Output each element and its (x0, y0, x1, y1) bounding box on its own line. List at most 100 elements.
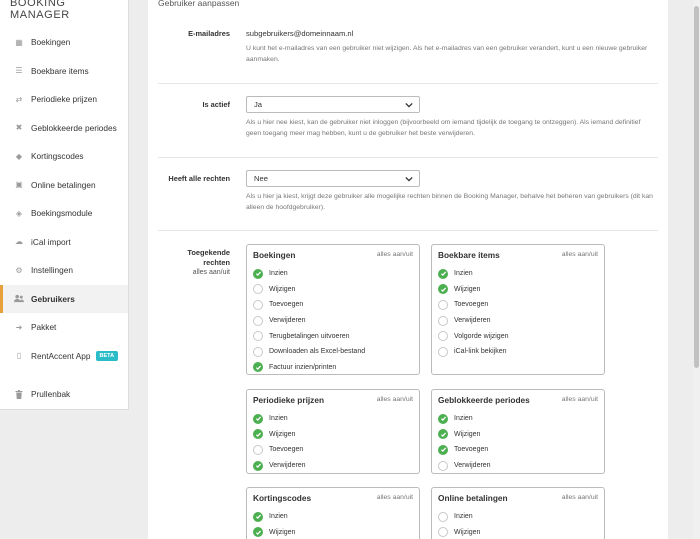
permission-item[interactable]: Inzien (438, 509, 480, 525)
permission-item[interactable]: Inzien (438, 411, 491, 427)
toggle-all-link[interactable]: alles aan/uit (377, 494, 413, 501)
permission-box-boekbare-items: Boekbare items alles aan/uit Inzien Wijz… (431, 244, 605, 375)
permission-label: Verwijderen (269, 317, 306, 325)
sidebar-item-pakket[interactable]: ➜ Pakket (0, 313, 128, 342)
arrow-right-icon: ➜ (15, 322, 23, 332)
permission-item[interactable]: Verwijderen (253, 313, 365, 329)
check-circle-icon (438, 444, 448, 455)
check-circle-icon (253, 527, 263, 538)
granted-label-line1: Toegekende (187, 248, 230, 257)
sidebar-nav: ▦ Boekingen ☰ Boekbare items ⇄ Periodieke p… (0, 28, 128, 409)
calendar-icon: ▦ (15, 37, 23, 47)
empty-circle-icon (438, 299, 448, 310)
toggle-all-link[interactable]: alles aan/uit (562, 396, 598, 403)
sidebar-item-label: Boekbare items (31, 65, 89, 76)
divider (158, 230, 658, 231)
check-circle-icon (438, 413, 448, 424)
permission-box-title: Periodieke prijzen (253, 395, 325, 405)
scrollbar-thumb[interactable] (694, 6, 699, 368)
permission-item[interactable]: Wijzigen (253, 525, 295, 539)
sidebar-item-label: Periodieke prijzen (31, 94, 97, 105)
permission-item[interactable]: Toevoegen (253, 297, 365, 313)
permission-label: Inzien (269, 415, 288, 423)
beta-badge: BETA (95, 350, 119, 361)
sidebar-item-boekbare-items[interactable]: ☰ Boekbare items (0, 57, 128, 86)
permission-item[interactable]: Verwijderen (253, 458, 306, 474)
permission-list: Inzien Wijzigen (438, 509, 480, 539)
gear-icon: ⚙ (15, 265, 23, 275)
permission-item[interactable]: Terugbetalingen uitvoeren (253, 328, 365, 344)
permission-box-title: Boekbare items (438, 250, 500, 260)
allrights-help: Als u hier ja kiest, krijgt deze gebruik… (246, 193, 653, 211)
active-select[interactable]: Ja (246, 96, 420, 113)
trash-icon (14, 389, 24, 399)
permission-label: Toevoegen (269, 446, 304, 454)
toggle-all-link[interactable]: alles aan/uit (562, 494, 598, 501)
sidebar-item-online-betalingen[interactable]: ▣ Online betalingen (0, 171, 128, 200)
granted-toggle-all[interactable]: alles aan/uit (186, 269, 230, 276)
permission-item[interactable]: Toevoegen (253, 442, 306, 458)
permission-item[interactable]: Inzien (253, 411, 306, 427)
permission-label: Wijzigen (454, 528, 481, 536)
sidebar-item-geblokkeerde-periodes[interactable]: ✖ Geblokkeerde periodes (0, 114, 128, 143)
card-title: Gebruiker aanpassen (158, 0, 240, 8)
allrights-select[interactable]: Nee (246, 170, 420, 187)
check-circle-icon (438, 429, 448, 440)
permission-label: Wijzigen (454, 430, 481, 438)
permission-item[interactable]: Wijzigen (438, 525, 480, 539)
toggle-all-link[interactable]: alles aan/uit (377, 396, 413, 403)
permission-label: Toevoegen (269, 301, 304, 309)
permission-label: Verwijderen (269, 462, 306, 470)
sidebar-item-boekingen[interactable]: ▦ Boekingen (0, 28, 128, 57)
sidebar-item-boekingsmodule[interactable]: ◈ Boekingsmodule (0, 199, 128, 228)
permission-item[interactable]: Inzien (438, 266, 508, 282)
permission-item[interactable]: Factuur inzien/printen (253, 360, 365, 376)
permission-item[interactable]: iCal-link bekijken (438, 344, 508, 360)
sidebar-item-rentaccent-app[interactable]: ▯ RentAccent App BETA (0, 342, 128, 371)
permission-item[interactable]: Wijzigen (438, 427, 491, 443)
chevron-down-icon (405, 102, 413, 108)
permission-item[interactable]: Volgorde wijzigen (438, 328, 508, 344)
permission-item[interactable]: Inzien (253, 509, 295, 525)
permission-item[interactable]: Wijzigen (253, 282, 365, 298)
permission-label: Inzien (454, 415, 473, 423)
sidebar-item-ical-import[interactable]: ☁ iCal import (0, 228, 128, 257)
sidebar-item-periodieke-prijzen[interactable]: ⇄ Periodieke prijzen (0, 85, 128, 114)
permission-label: Verwijderen (454, 462, 491, 470)
empty-circle-icon (438, 460, 448, 471)
permission-label: Verwijderen (454, 317, 491, 325)
sidebar-item-kortingscodes[interactable]: ◆ Kortingscodes (0, 142, 128, 171)
check-circle-icon (253, 268, 263, 279)
permission-item[interactable]: Toevoegen (438, 297, 508, 313)
permission-label: Inzien (269, 513, 288, 521)
active-help: Als u hier nee kiest, kan de gebruiker n… (246, 119, 641, 137)
permission-list: Inzien Wijzigen Toevoegen Verwijderen (438, 411, 491, 473)
empty-circle-icon (438, 527, 448, 538)
permission-item[interactable]: Toevoegen (438, 442, 491, 458)
sidebar-item-instellingen[interactable]: ⚙ Instellingen (0, 256, 128, 285)
toggle-all-link[interactable]: alles aan/uit (377, 251, 413, 258)
permission-item[interactable]: Verwijderen (438, 313, 508, 329)
scrollbar[interactable] (693, 0, 700, 539)
toggle-all-link[interactable]: alles aan/uit (562, 251, 598, 258)
check-circle-icon (253, 362, 263, 373)
permission-item[interactable]: Wijzigen (253, 427, 306, 443)
permission-item[interactable]: Inzien (253, 266, 365, 282)
sidebar-item-label: Boekingen (31, 37, 71, 48)
sidebar-item-prullenbak[interactable]: Prullenbak (0, 380, 128, 409)
permission-box-online-betalingen: Online betalingen alles aan/uit Inzien W… (431, 487, 605, 539)
edit-user-card: Gebruiker aanpassen E-mailadres subgebru… (148, 0, 668, 539)
empty-circle-icon (438, 331, 448, 342)
permission-box-boekingen: Boekingen alles aan/uit Inzien Wijzigen … (246, 244, 420, 375)
permission-label: Wijzigen (269, 528, 296, 536)
sidebar-item-label: Pakket (31, 322, 57, 333)
permission-item[interactable]: Verwijderen (438, 458, 491, 474)
divider (158, 83, 658, 84)
permission-item[interactable]: Wijzigen (438, 282, 508, 298)
permission-item[interactable]: Downloaden als Excel-bestand (253, 344, 365, 360)
empty-circle-icon (438, 346, 448, 357)
permission-label: iCal-link bekijken (454, 348, 507, 356)
permission-label: Inzien (269, 270, 288, 278)
sidebar-item-gebruikers[interactable]: Gebruikers (0, 284, 128, 313)
permission-box-title: Online betalingen (438, 493, 508, 503)
